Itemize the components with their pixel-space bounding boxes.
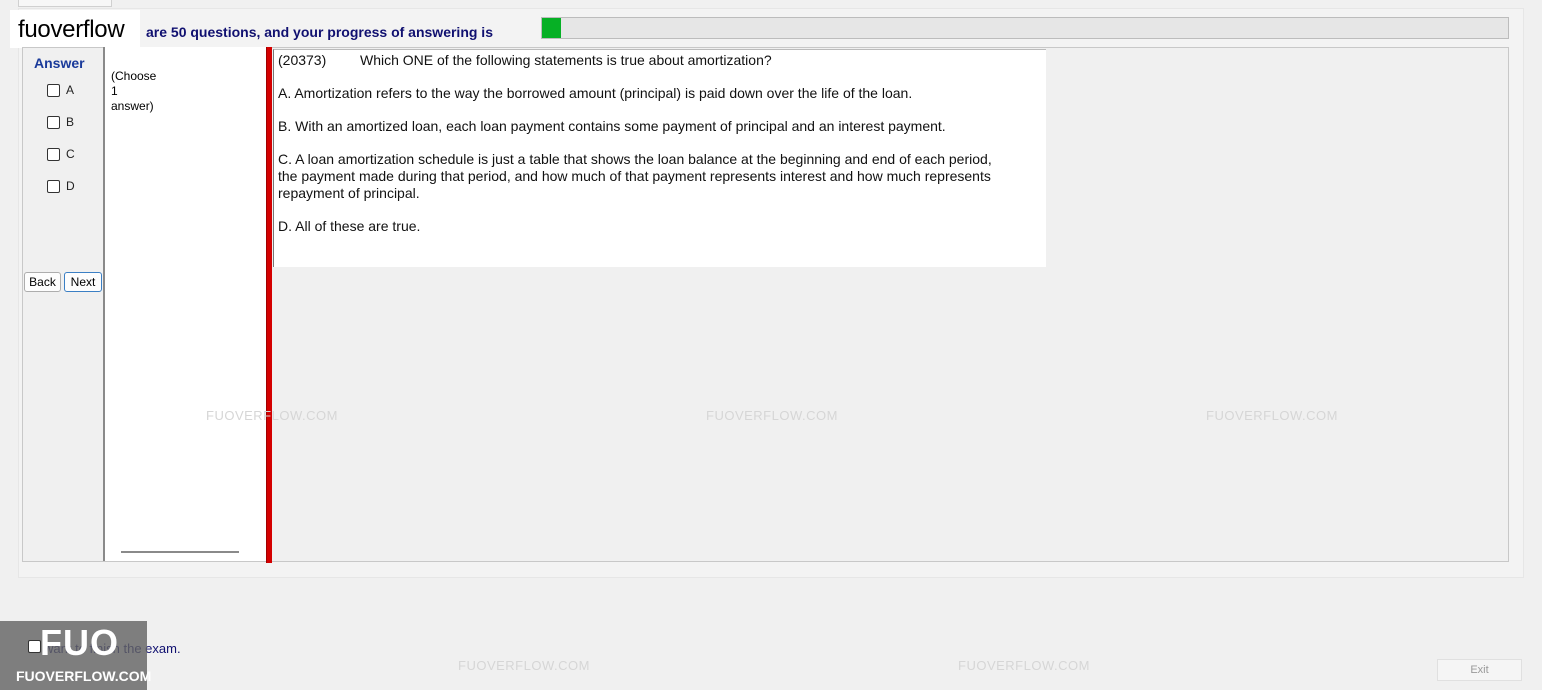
question-option-d: D. All of these are true. (278, 218, 421, 234)
watermark-text: FUOVERFLOW.COM (458, 658, 590, 673)
finish-exam-checkbox[interactable] (28, 640, 41, 653)
choose-line: answer) (111, 99, 154, 113)
progress-fill (542, 18, 562, 38)
checkbox[interactable] (47, 179, 60, 193)
answer-option-c[interactable]: C (47, 147, 75, 161)
answer-option-label: A (66, 83, 75, 97)
answer-option-label: B (66, 115, 75, 129)
checkbox[interactable] (47, 115, 60, 129)
question-id: (20373) (278, 52, 327, 68)
watermark-text: FUOVERFLOW.COM (1206, 408, 1338, 423)
horizontal-scrollbar[interactable] (121, 551, 239, 553)
answer-heading: Answer (34, 55, 85, 71)
progress-bar (541, 17, 1509, 39)
top-tab-stub (18, 0, 112, 7)
exit-button[interactable]: Exit (1437, 659, 1522, 681)
checkbox[interactable] (47, 147, 60, 161)
choose-line: (Choose (111, 69, 157, 83)
progress-label: are 50 questions, and your progress of a… (146, 24, 493, 40)
watermark-logo: FUO (40, 622, 119, 663)
question-option-a: A. Amortization refers to the way the bo… (278, 85, 913, 101)
instruction-panel (103, 47, 268, 561)
checkbox[interactable] (47, 83, 60, 97)
splitter-bar[interactable] (266, 47, 272, 563)
answer-option-d[interactable]: D (47, 179, 75, 193)
watermark-text: FUOVERFLOW.COM (206, 408, 338, 423)
watermark-text: FUOVERFLOW.COM (706, 408, 838, 423)
question-text: Which ONE of the following statements is… (360, 52, 772, 68)
back-button[interactable]: Back (24, 272, 61, 292)
brand-logo: fuoverflow (18, 16, 125, 43)
watermark-text: FUOVERFLOW.COM (958, 658, 1090, 673)
answer-option-label: D (66, 179, 75, 193)
choose-line: 1 (111, 84, 118, 98)
answer-option-label: C (66, 147, 75, 161)
watermark-logo-text: FUOVERFLOW.COM (16, 668, 152, 684)
answer-option-a[interactable]: A (47, 83, 74, 97)
next-button[interactable]: Next (64, 272, 102, 292)
choose-instruction: (Choose 1 answer) (111, 69, 191, 114)
answer-option-b[interactable]: B (47, 115, 74, 129)
question-option-c: C. A loan amortization schedule is just … (278, 151, 992, 201)
question-option-b: B. With an amortized loan, each loan pay… (278, 118, 946, 134)
